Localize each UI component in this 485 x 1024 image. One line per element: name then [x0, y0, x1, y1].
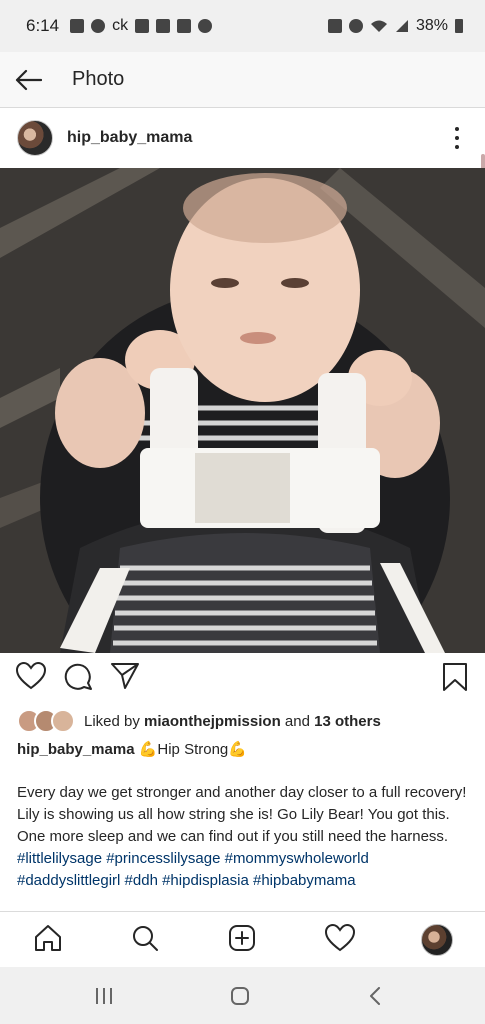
signal-icon	[395, 20, 408, 32]
back-arrow-icon[interactable]	[14, 69, 42, 91]
status-time: 6:14	[26, 16, 60, 35]
messenger-icon	[91, 19, 106, 33]
search-icon[interactable]	[131, 924, 159, 952]
alarm-icon	[348, 19, 363, 33]
baby-photo-image	[0, 168, 485, 653]
liked-by-text: Liked by miaonthejpmission and 13 others	[84, 713, 381, 730]
battery-icon	[455, 19, 463, 33]
nfc-icon	[327, 19, 342, 33]
comment-icon[interactable]	[64, 662, 93, 691]
hashtags-line[interactable]: #littlelilysage #princesslilysage #mommy…	[17, 848, 473, 870]
system-nav-bar	[0, 967, 485, 1024]
app-bar: Photo	[0, 52, 485, 108]
status-bar-left: 6:14 ck	[26, 16, 213, 36]
page-title: Photo	[72, 68, 125, 90]
activity-heart-icon[interactable]	[325, 924, 355, 952]
gallery-icon	[177, 19, 192, 33]
facebook-icon	[70, 19, 85, 33]
news-icon	[156, 19, 171, 33]
liked-by-and: and	[284, 712, 310, 730]
recent-apps-icon[interactable]	[94, 987, 114, 1005]
caption-text: Every day we get stronger and another da…	[17, 784, 467, 845]
home-button-icon[interactable]	[230, 987, 250, 1005]
share-direct-icon[interactable]	[110, 662, 140, 690]
status-bar: 6:14 ck 38%	[0, 0, 485, 52]
home-icon[interactable]	[34, 924, 62, 952]
more-options-icon[interactable]	[453, 127, 461, 149]
new-post-icon[interactable]	[228, 924, 256, 952]
liker-avatar	[51, 709, 75, 733]
liked-by-user[interactable]: miaonthejpmission	[144, 713, 281, 730]
post-header: hip_baby_mama	[0, 108, 485, 168]
phone-icon	[198, 19, 213, 33]
wifi-icon	[370, 20, 387, 32]
caption-headline-row: hip_baby_mama 💪Hip Strong💪	[17, 740, 247, 758]
back-button-icon[interactable]	[368, 987, 382, 1005]
hashtags-line[interactable]: #daddyslittlegirl #ddh #hipdisplasia #hi…	[17, 870, 473, 892]
liked-by-row[interactable]: Liked by miaonthejpmission and 13 others	[17, 708, 381, 734]
bookmark-icon[interactable]	[442, 662, 468, 692]
post-photo[interactable]	[0, 168, 485, 653]
caption-username[interactable]: hip_baby_mama	[17, 741, 135, 758]
bottom-tab-bar	[0, 911, 485, 968]
status-bar-right: 38%	[327, 17, 463, 35]
battery-percent: 38%	[415, 17, 448, 34]
like-heart-icon[interactable]	[16, 662, 46, 690]
post-username[interactable]: hip_baby_mama	[67, 129, 192, 147]
liked-by-prefix: Liked by	[84, 712, 140, 730]
caption-body: Every day we get stronger and another da…	[17, 782, 473, 892]
facebook-icon	[135, 19, 150, 33]
user-avatar[interactable]	[17, 120, 53, 156]
carrier-text: ck	[112, 17, 129, 34]
liked-by-others[interactable]: 13 others	[314, 713, 381, 730]
profile-avatar[interactable]	[421, 924, 453, 956]
caption-headline: 💪Hip Strong💪	[138, 741, 247, 758]
post-actions	[0, 662, 485, 700]
